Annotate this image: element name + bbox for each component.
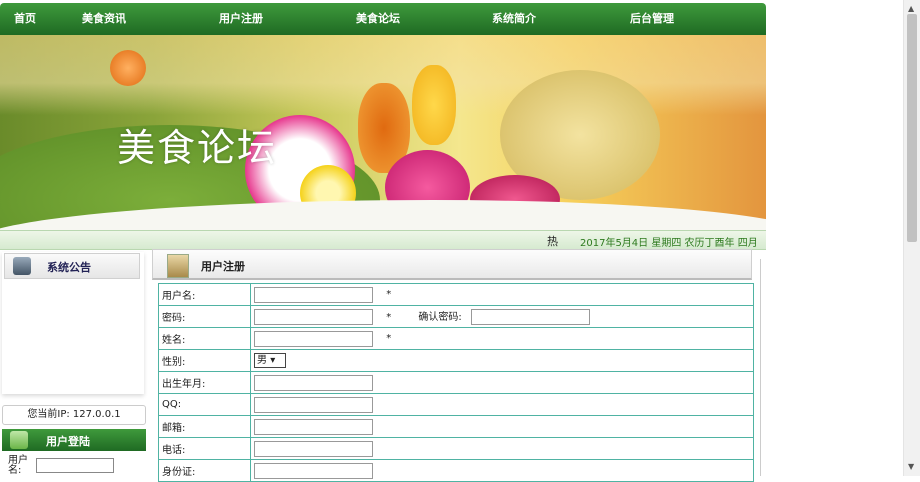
email-input[interactable] (254, 418, 373, 435)
login-title: 用户登陆 (46, 435, 90, 448)
form-row-email: 邮箱: (158, 415, 754, 438)
password-label: 密码: (158, 305, 251, 328)
page-scrollbar[interactable]: ▲ ▼ (903, 0, 920, 476)
scroll-up-icon[interactable]: ▲ (908, 4, 914, 13)
login-username-label: 用户名: (8, 455, 28, 476)
form-row-qq: QQ: (158, 393, 754, 416)
id-card-input[interactable] (254, 462, 373, 479)
qq-cell (250, 393, 754, 416)
mango-icon (412, 65, 456, 145)
name-label: 姓名: (158, 327, 251, 350)
password-cell: * 确认密码: (250, 305, 754, 328)
name-input[interactable] (254, 330, 373, 347)
password-input[interactable] (254, 309, 373, 326)
register-form: 用户名: * 密码: * 确认密码: 姓名: * 性别: 男 ▾ 出生年月: Q… (158, 283, 754, 482)
nav-user-register[interactable]: 用户注册 (219, 3, 263, 35)
nav-system-intro[interactable]: 系统简介 (492, 3, 536, 35)
chevron-down-icon: ▾ (270, 355, 276, 366)
gender-select[interactable]: 男 ▾ (254, 353, 286, 368)
register-title: 用户注册 (201, 260, 245, 273)
form-row-username: 用户名: * (158, 283, 754, 306)
main-right-border (760, 259, 761, 476)
gender-cell: 男 ▾ (250, 349, 754, 372)
qq-label: QQ: (158, 393, 251, 416)
required-mark: * (386, 289, 392, 300)
nav-food-forum[interactable]: 美食论坛 (356, 3, 400, 35)
scrollbar-thumb[interactable] (907, 14, 917, 242)
name-cell: * (250, 327, 754, 350)
email-cell (250, 415, 754, 438)
notice-title: 系统公告 (47, 261, 91, 274)
required-mark: * (386, 333, 392, 344)
form-row-gender: 性别: 男 ▾ (158, 349, 754, 372)
birth-input[interactable] (254, 374, 373, 391)
username-label: 用户名: (158, 283, 251, 306)
speaker-icon (13, 257, 31, 275)
birth-label: 出生年月: (158, 371, 251, 394)
phone-label: 电话: (158, 437, 251, 460)
info-ticker: 热 2017年5月4日 星期四 农历丁酉年 四月初九 (0, 230, 766, 264)
login-icon (10, 431, 28, 449)
gender-label: 性别: (158, 349, 251, 372)
username-cell: * (250, 283, 754, 306)
top-nav: 首页 美食资讯 用户注册 美食论坛 系统简介 后台管理 (0, 3, 766, 35)
notice-header: 系统公告 (4, 253, 140, 279)
confirm-password-input[interactable] (470, 309, 590, 326)
confirm-password-label: 确认密码: (418, 311, 462, 323)
scroll-down-icon[interactable]: ▼ (908, 462, 914, 471)
form-row-birth: 出生年月: (158, 371, 754, 394)
qq-input[interactable] (254, 396, 373, 413)
login-header: 用户登陆 (2, 429, 146, 451)
register-icon (167, 254, 189, 278)
phone-input[interactable] (254, 440, 373, 457)
phone-cell (250, 437, 754, 460)
form-row-phone: 电话: (158, 437, 754, 460)
register-header: 用户注册 (152, 249, 752, 280)
gender-value: 男 (257, 355, 267, 366)
banner: 美食论坛 (0, 35, 766, 230)
form-row-password: 密码: * 确认密码: (158, 305, 754, 328)
form-row-id-card: 身份证: (158, 459, 754, 482)
birth-cell (250, 371, 754, 394)
nav-admin[interactable]: 后台管理 (630, 3, 674, 35)
banner-title: 美食论坛 (117, 126, 278, 170)
id-card-label: 身份证: (158, 459, 251, 482)
email-label: 邮箱: (158, 415, 251, 438)
nav-home[interactable]: 首页 (14, 3, 36, 35)
nav-food-news[interactable]: 美食资讯 (82, 3, 126, 35)
required-mark: * (386, 311, 392, 323)
id-card-cell (250, 459, 754, 482)
login-username-input[interactable] (36, 458, 114, 473)
username-input[interactable] (254, 286, 373, 303)
ip-display: 您当前IP: 127.0.0.1 (2, 405, 146, 425)
form-row-name: 姓名: * (158, 327, 754, 350)
orange-fruit-icon (110, 50, 146, 86)
hot-label: 热 (547, 235, 558, 248)
